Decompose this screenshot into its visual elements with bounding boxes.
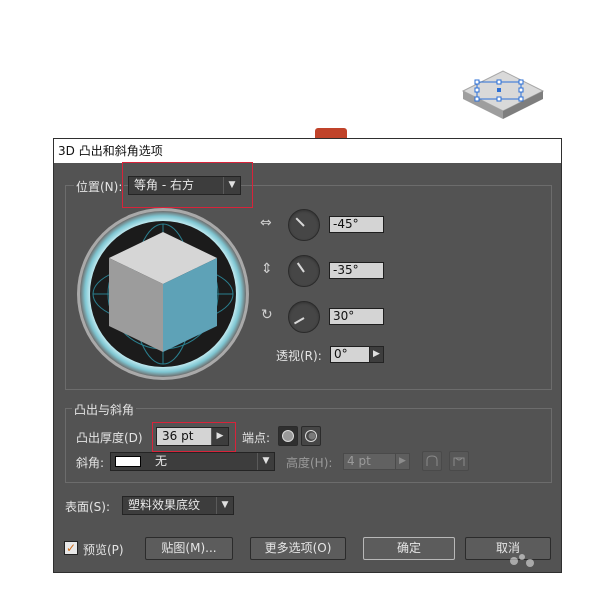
- bevel-height-stepper[interactable]: ▶: [395, 453, 410, 470]
- perspective-stepper-button[interactable]: ▶: [369, 346, 384, 363]
- cap-off-button[interactable]: [301, 426, 321, 446]
- surface-label: 表面(S):: [65, 500, 111, 514]
- z-axis-rotate-icon: ↻: [261, 307, 273, 323]
- more-options-button[interactable]: 更多选项(O): [250, 537, 346, 560]
- z-rotation-input[interactable]: 30°: [329, 308, 384, 325]
- preview-label: 预览(P): [83, 543, 124, 557]
- dial-needle: [293, 317, 305, 325]
- y-axis-rotate-icon: ⇕: [261, 261, 273, 277]
- perspective-label: 透视(R):: [276, 349, 322, 363]
- bevel-height-label: 高度(H):: [286, 456, 333, 470]
- y-rotation-input[interactable]: -35°: [329, 262, 384, 279]
- map-art-button[interactable]: 贴图(M)...: [145, 537, 233, 560]
- surface-value: 塑料效果底纹: [128, 498, 201, 512]
- cap-label: 端点:: [242, 431, 271, 445]
- annotation-highlight: [152, 422, 236, 452]
- y-rotation-dial[interactable]: [288, 255, 320, 287]
- chevron-down-icon: ▼: [257, 453, 274, 470]
- cap-off-icon: [305, 430, 317, 442]
- bevel-height-input[interactable]: 4 pt: [343, 453, 396, 470]
- extrude-depth-label: 凸出厚度(D): [76, 431, 143, 445]
- bevel-in-icon: [453, 457, 465, 466]
- preview-checkbox[interactable]: ✓: [64, 541, 78, 555]
- position-label: 位置(N):: [74, 178, 125, 195]
- z-rotation-dial[interactable]: [288, 301, 320, 333]
- 3d-extrude-bevel-dialog: 3D 凸出和斜角选项 位置(N): 等角 - 右方 ▼ ⇔ -45° ⇕ -35…: [53, 138, 562, 573]
- dial-needle: [295, 217, 305, 227]
- cap-on-button[interactable]: [278, 426, 298, 446]
- extrude-bevel-title: 凸出与斜角: [72, 401, 137, 418]
- bevel-swatch: [115, 456, 141, 467]
- perspective-input[interactable]: 0°: [330, 346, 370, 363]
- x-axis-rotate-icon: ⇔: [260, 215, 272, 231]
- bevel-in-button[interactable]: [449, 451, 469, 471]
- dial-needle: [296, 262, 305, 273]
- cap-on-icon: [282, 430, 294, 442]
- bevel-select[interactable]: 无 ▼: [110, 452, 275, 471]
- bevel-out-icon: [426, 455, 438, 466]
- annotation-highlight: [122, 162, 253, 208]
- canvas-3d-object[interactable]: [455, 65, 550, 120]
- dialog-title: 3D 凸出和斜角选项: [54, 139, 561, 163]
- bevel-label: 斜角:: [76, 456, 105, 470]
- ok-button[interactable]: 确定: [363, 537, 455, 560]
- x-rotation-input[interactable]: -45°: [329, 216, 384, 233]
- bevel-out-button[interactable]: [422, 451, 442, 471]
- x-rotation-dial[interactable]: [288, 209, 320, 241]
- watermark-fragment: [500, 545, 560, 573]
- chevron-down-icon: ▼: [216, 497, 233, 514]
- 3d-rotation-track-cube[interactable]: [75, 206, 251, 382]
- surface-select[interactable]: 塑料效果底纹 ▼: [122, 496, 234, 515]
- bevel-value: 无: [155, 454, 168, 468]
